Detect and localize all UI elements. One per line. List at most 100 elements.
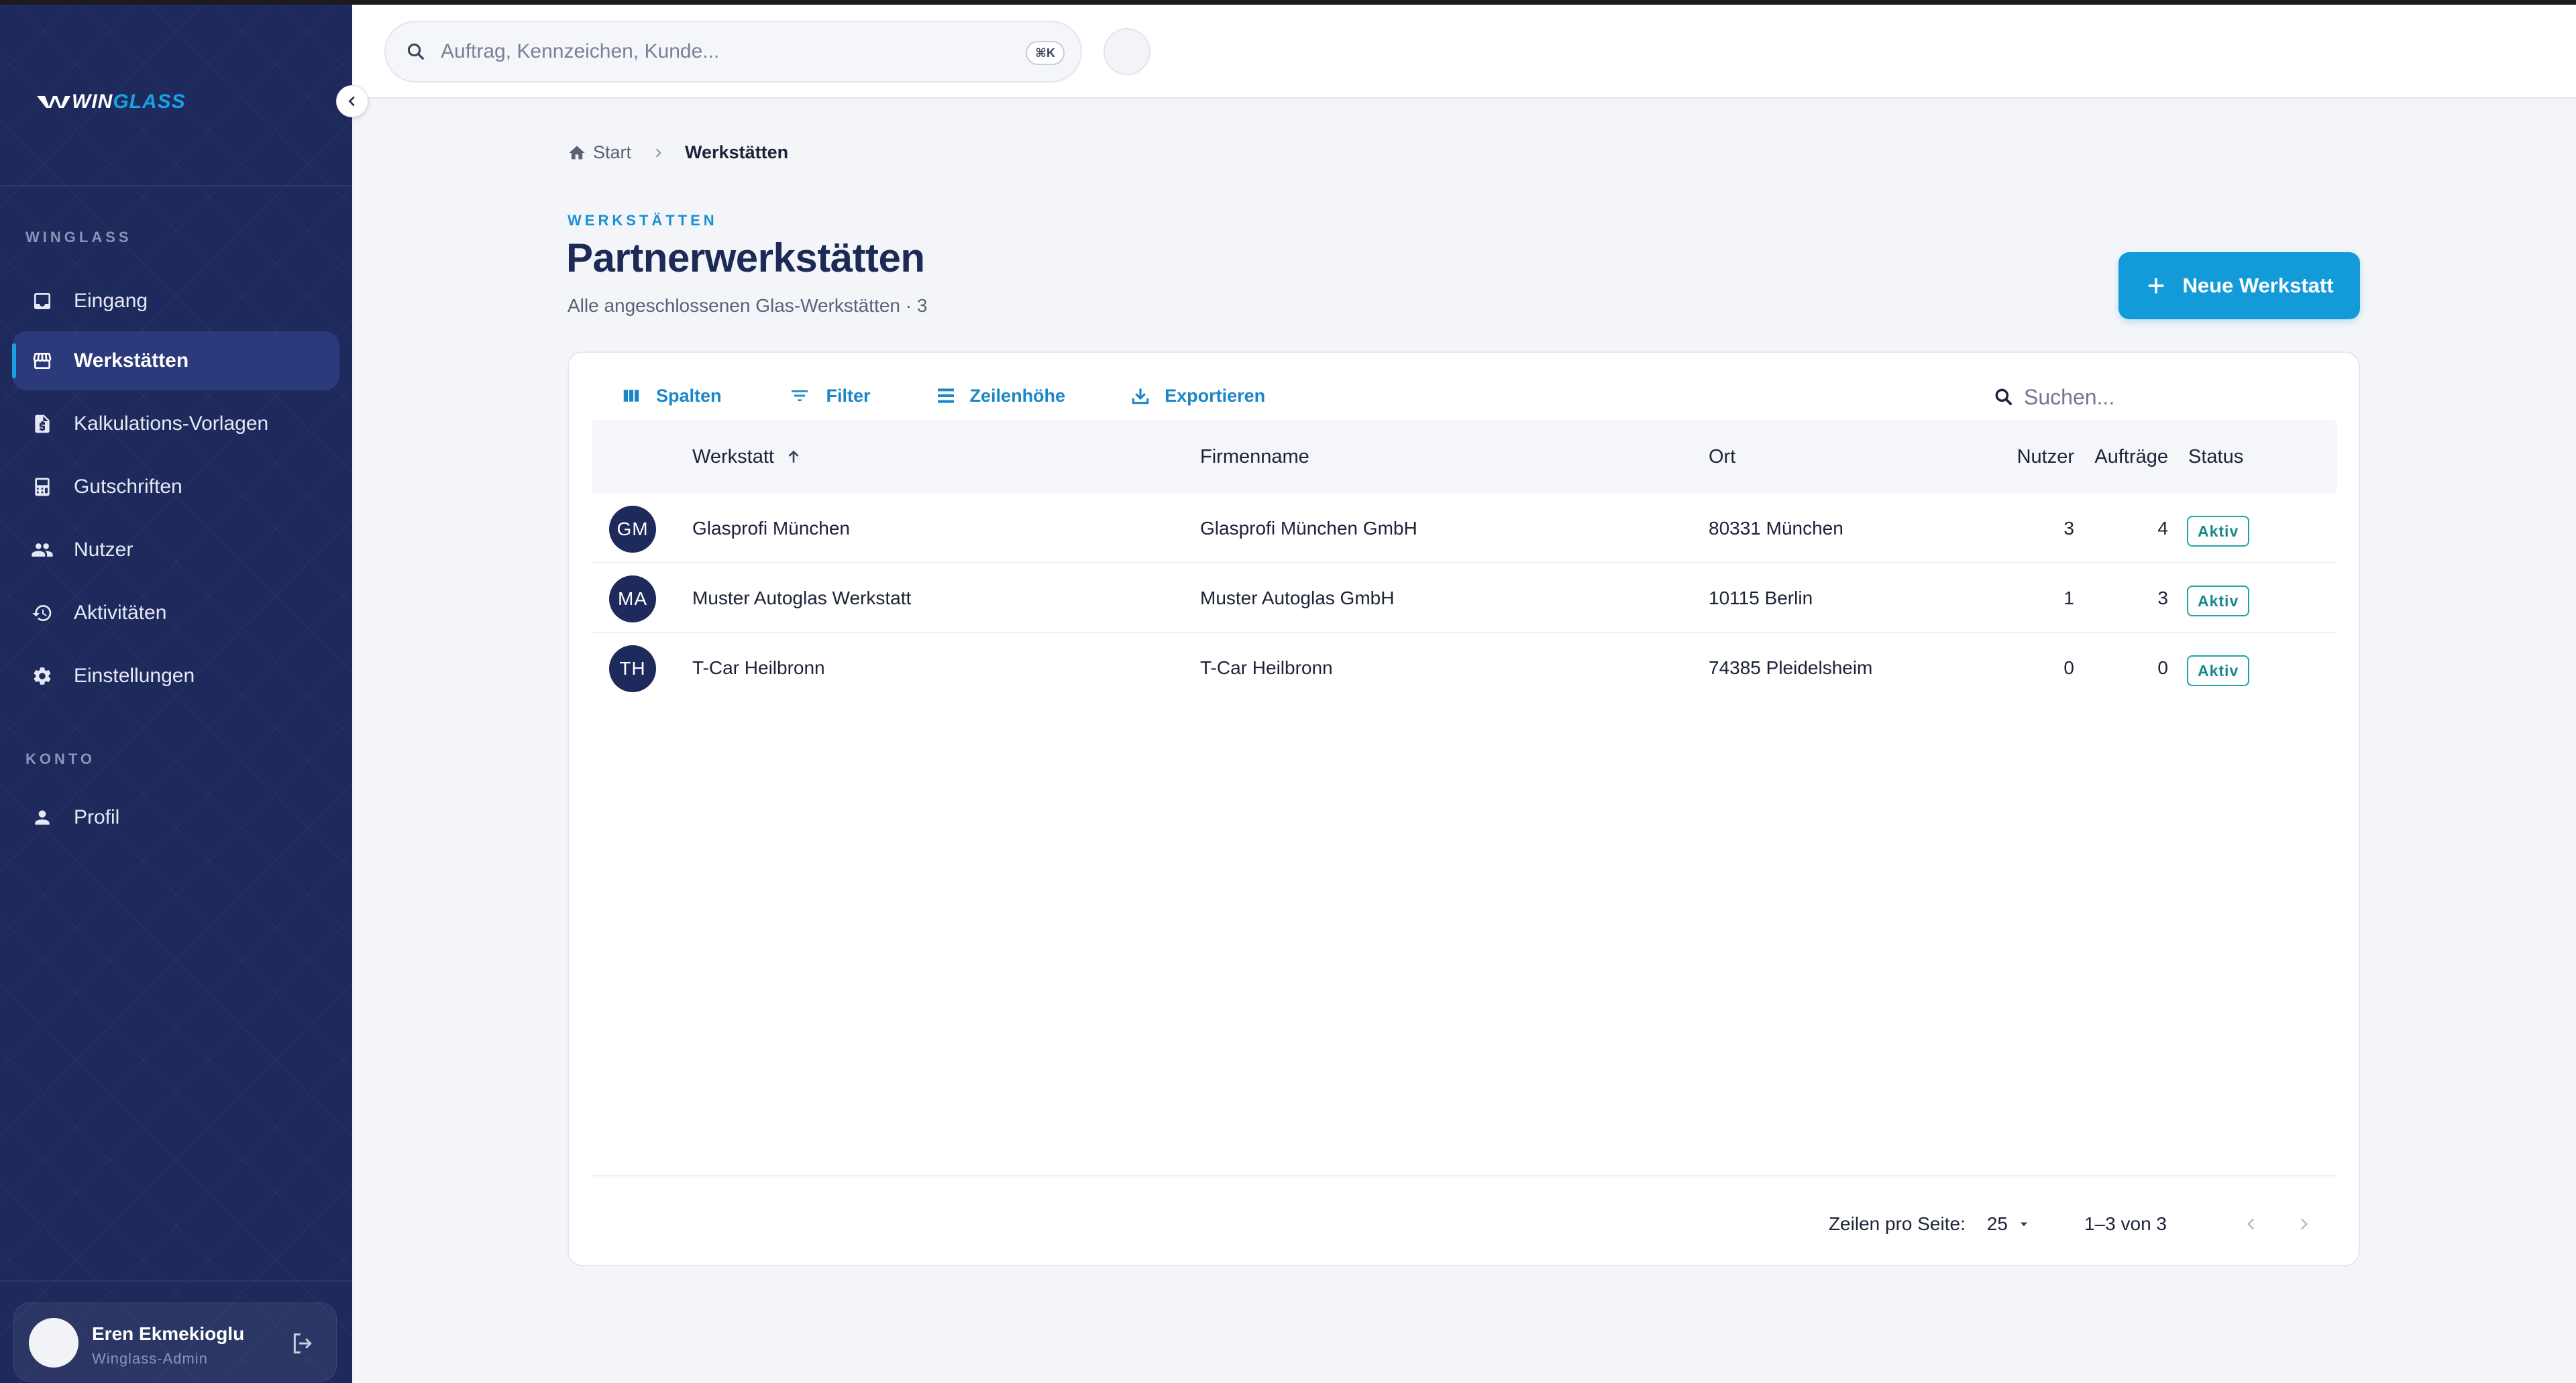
column-header-ort[interactable]: Ort — [1709, 420, 1735, 494]
workshop-initials: TH — [609, 645, 656, 692]
history-icon — [31, 602, 54, 624]
next-page-button[interactable] — [2289, 1209, 2318, 1239]
status-badge: Aktiv — [2187, 655, 2250, 686]
sidebar-item-label: Werkstätten — [74, 349, 189, 372]
table-toolbar: Spalten Filter Zeilenhöhe Exportieren — [620, 377, 1330, 414]
user-role: Winglass-Admin — [92, 1350, 208, 1367]
sidebar-item-eingang[interactable]: Eingang — [12, 272, 339, 331]
new-workshop-label: Neue Werkstatt — [2182, 274, 2334, 297]
workshop-initials: GM — [609, 506, 656, 553]
column-header-label: Firmenname — [1200, 445, 1309, 467]
column-header-auftraege[interactable]: Aufträge — [2068, 420, 2168, 494]
columns-button[interactable]: Spalten — [620, 386, 722, 406]
rows-per-page-select[interactable]: 25 — [1987, 1213, 2031, 1235]
inbox-icon — [31, 290, 54, 313]
column-header-label: Werkstatt — [692, 445, 774, 467]
sidebar-item-profil[interactable]: Profil — [12, 788, 339, 847]
table-row[interactable]: TH T-Car Heilbronn T-Car Heilbronn 74385… — [592, 633, 2337, 703]
sidebar-item-label: Einstellungen — [74, 665, 195, 687]
sidebar-section-konto: KONTO — [25, 751, 96, 767]
sidebar-item-aktivitaeten[interactable]: Aktivitäten — [12, 584, 339, 643]
logout-icon[interactable] — [289, 1330, 316, 1357]
search-icon — [407, 43, 425, 60]
header-avatar[interactable] — [1104, 28, 1150, 75]
status-badge: Aktiv — [2187, 516, 2250, 547]
cell-workshop: Glasprofi München — [692, 518, 851, 539]
cell-users: 1 — [2063, 588, 2074, 608]
table-row[interactable]: GM Glasprofi München Glasprofi München G… — [592, 494, 2337, 563]
store-icon — [31, 349, 54, 372]
sidebar-item-einstellungen[interactable]: Einstellungen — [12, 647, 339, 706]
search-icon — [1995, 388, 2012, 406]
sidebar-item-werkstaetten[interactable]: Werkstätten — [12, 331, 339, 390]
avatar — [29, 1318, 78, 1368]
cell-city: 10115 Berlin — [1709, 588, 1813, 608]
table-footer-divider — [592, 1175, 2337, 1176]
breadcrumb: Start Werkstätten — [568, 142, 788, 163]
cell-city: 74385 Pleidelsheim — [1709, 657, 1873, 678]
cell-city: 80331 München — [1709, 518, 1843, 539]
breadcrumb-home[interactable]: Start — [568, 142, 631, 163]
table-row[interactable]: MA Muster Autoglas Werkstatt Muster Auto… — [592, 563, 2337, 633]
table-search-input[interactable] — [2024, 384, 2319, 410]
filter-icon — [786, 385, 813, 406]
cell-company: Glasprofi München GmbH — [1200, 518, 1417, 539]
sidebar-divider — [0, 1280, 352, 1282]
cell-orders: 3 — [2157, 588, 2168, 608]
sidebar-item-label: Profil — [74, 806, 120, 828]
document-dollar-icon — [31, 412, 54, 435]
gear-icon — [31, 665, 54, 687]
previous-page-button[interactable] — [2237, 1209, 2266, 1239]
winglass-logo[interactable]: WINGLASS — [37, 89, 186, 115]
filter-button[interactable]: Filter — [786, 385, 871, 406]
cell-workshop: T-Car Heilbronn — [692, 657, 825, 678]
chevron-right-icon — [651, 146, 665, 160]
plus-icon — [2145, 274, 2167, 297]
chevron-right-icon — [2300, 1218, 2308, 1230]
rows-per-page-label: Zeilen pro Seite: — [1828, 1213, 1966, 1234]
table-header: Werkstatt Firmenname Ort Nutzer Aufträge… — [592, 420, 2337, 494]
row-height-label: Zeilenhöhe — [969, 385, 1066, 406]
sidebar-collapse-button[interactable] — [336, 85, 368, 117]
workshops-table-card: Spalten Filter Zeilenhöhe Exportieren We… — [568, 351, 2360, 1266]
page-title: Partnerwerkstätten — [566, 235, 925, 280]
column-header-firmenname[interactable]: Firmenname — [1200, 420, 1309, 494]
export-label: Exportieren — [1165, 385, 1266, 406]
row-height-button[interactable]: Zeilenhöhe — [935, 385, 1066, 406]
breadcrumb-home-label: Start — [593, 142, 632, 162]
sort-ascending-icon[interactable] — [785, 448, 802, 465]
global-search-input[interactable] — [441, 40, 1004, 63]
column-header-status[interactable]: Status — [2188, 420, 2243, 494]
shortcut-hint: ⌘K — [1026, 41, 1065, 65]
page-subtitle: Alle angeschlossenen Glas-Werkstätten · … — [568, 295, 928, 316]
column-header-nutzer[interactable]: Nutzer — [1967, 420, 2074, 494]
column-header-label: Status — [2188, 445, 2244, 467]
sidebar-item-gutschriften[interactable]: Gutschriften — [12, 457, 339, 516]
sidebar-item-label: Gutschriften — [74, 476, 182, 498]
column-header-werkstatt[interactable]: Werkstatt — [692, 420, 802, 494]
table-search[interactable] — [1993, 374, 2332, 421]
rows-per-page-value: 25 — [1986, 1213, 2008, 1234]
filter-label: Filter — [826, 385, 871, 406]
sidebar-item-nutzer[interactable]: Nutzer — [12, 520, 339, 579]
page-eyebrow: WERKSTÄTTEN — [568, 212, 718, 229]
download-icon — [1130, 385, 1151, 406]
sidebar-divider — [0, 185, 352, 186]
export-button[interactable]: Exportieren — [1130, 385, 1265, 406]
cell-users: 0 — [2063, 657, 2074, 678]
receipt-icon — [31, 476, 54, 498]
sidebar-item-kalkulations-vorlagen[interactable]: Kalkulations-Vorlagen — [12, 394, 339, 453]
user-card[interactable]: Eren Ekmekioglu Winglass-Admin — [13, 1303, 337, 1382]
sidebar-item-label: Kalkulations-Vorlagen — [74, 412, 269, 435]
columns-label: Spalten — [656, 385, 722, 406]
sidebar-item-label: Nutzer — [74, 539, 133, 561]
status-badge: Aktiv — [2187, 586, 2250, 616]
global-search[interactable]: ⌘K — [384, 21, 1082, 82]
chevron-left-icon — [348, 96, 355, 107]
breadcrumb-current: Werkstätten — [685, 142, 789, 162]
home-icon — [569, 146, 585, 159]
new-workshop-button[interactable]: Neue Werkstatt — [2118, 252, 2360, 319]
pagination: Zeilen pro Seite: 25 1–3 von 3 — [1829, 1201, 2318, 1248]
density-icon — [935, 385, 957, 406]
sidebar: WINGLASS WINGLASS Eingang Werkstätten Ka… — [0, 5, 352, 1383]
